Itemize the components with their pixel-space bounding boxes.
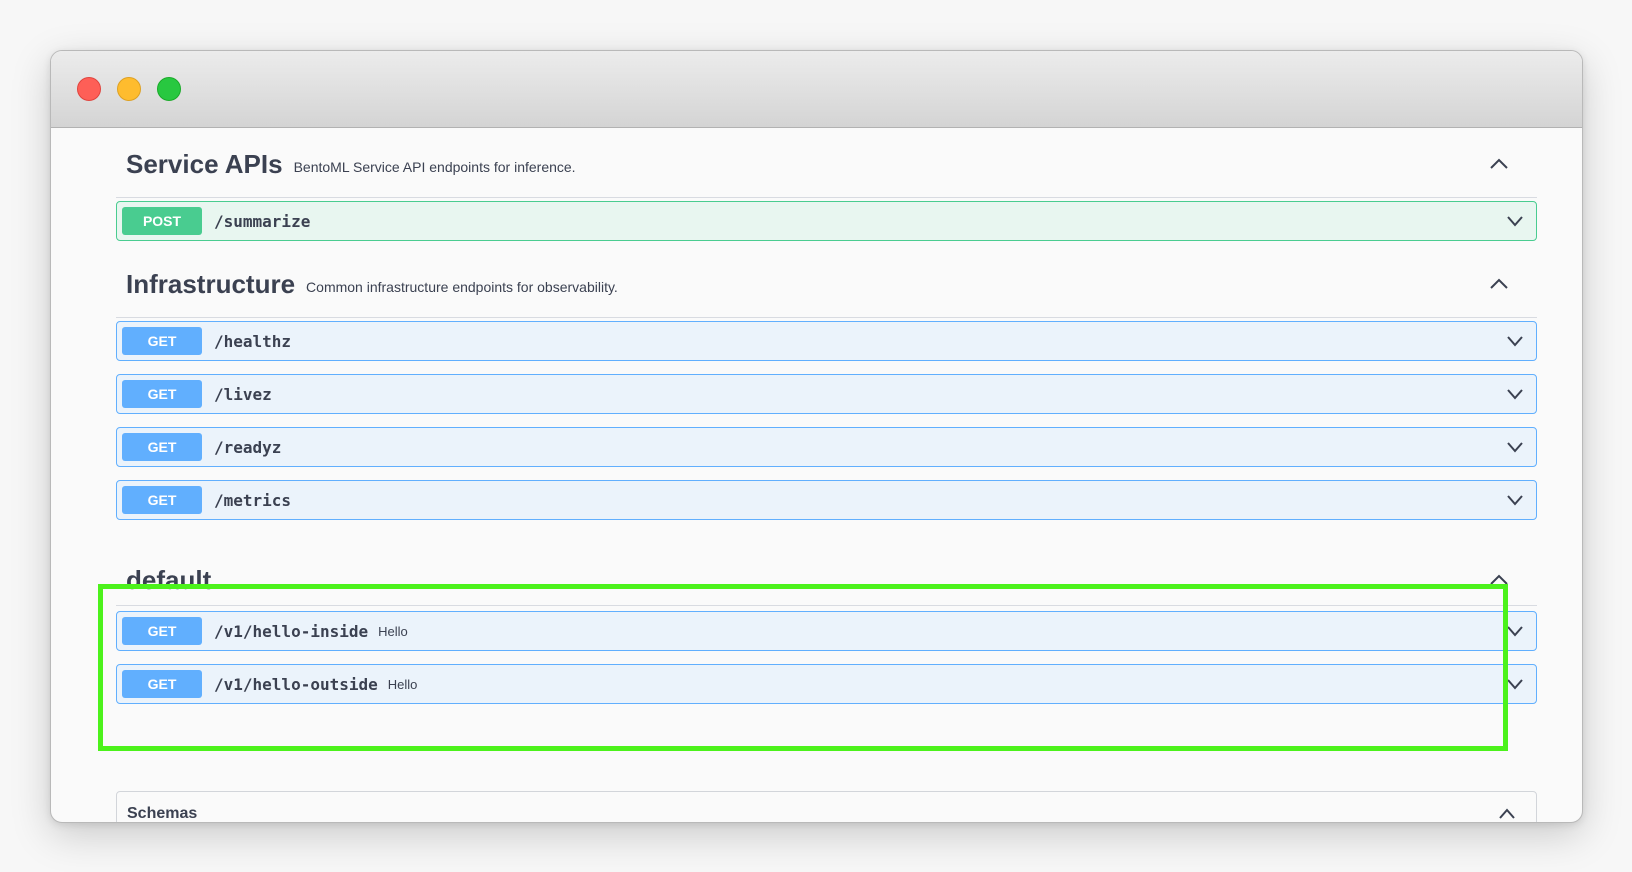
section-title: Service APIs (126, 149, 283, 179)
operation-post-summarize[interactable]: POST /summarize (116, 201, 1537, 241)
chevron-down-icon[interactable] (1506, 494, 1524, 506)
method-badge: GET (122, 327, 202, 355)
operation-summary: Hello (378, 623, 408, 639)
method-badge: POST (122, 207, 202, 235)
minimize-window-button[interactable] (117, 77, 141, 101)
operation-path: /summarize (214, 211, 311, 231)
schemas-title: Schemas (127, 805, 198, 822)
operation-get-metrics[interactable]: GET /metrics (116, 480, 1537, 520)
operation-path: /metrics (214, 490, 292, 510)
maximize-window-button[interactable] (157, 77, 181, 101)
chevron-up-icon[interactable] (1489, 158, 1509, 170)
operation-get-healthz[interactable]: GET /healthz (116, 321, 1537, 361)
title-bar (51, 51, 1582, 128)
method-badge: GET (122, 617, 202, 645)
close-window-button[interactable] (77, 77, 101, 101)
section-header-infrastructure[interactable]: Infrastructure Common infrastructure end… (116, 252, 1537, 318)
operation-path: /v1/hello-outside (214, 674, 378, 694)
schemas-panel: Schemas (116, 791, 1537, 822)
schemas-header[interactable]: Schemas (117, 792, 1536, 822)
chevron-down-icon[interactable] (1506, 625, 1524, 637)
chevron-up-icon[interactable] (1498, 808, 1516, 820)
chevron-up-icon[interactable] (1489, 574, 1509, 586)
section-description: Common infrastructure endpoints for obse… (306, 278, 618, 295)
method-badge: GET (122, 380, 202, 408)
operation-get-v1-hello-inside[interactable]: GET /v1/hello-inside Hello (116, 611, 1537, 651)
chevron-up-icon[interactable] (1489, 278, 1509, 290)
operation-path: /livez (214, 384, 272, 404)
browser-window: Service APIs BentoML Service API endpoin… (50, 50, 1583, 823)
operation-path: /healthz (214, 331, 292, 351)
method-badge: GET (122, 486, 202, 514)
chevron-down-icon[interactable] (1506, 678, 1524, 690)
swagger-content: Service APIs BentoML Service API endpoin… (51, 128, 1582, 822)
chevron-down-icon[interactable] (1506, 335, 1524, 347)
section-header-default[interactable]: default (116, 556, 1537, 606)
method-badge: GET (122, 670, 202, 698)
operation-get-livez[interactable]: GET /livez (116, 374, 1537, 414)
chevron-down-icon[interactable] (1506, 388, 1524, 400)
operation-path: /readyz (214, 437, 282, 457)
operation-get-readyz[interactable]: GET /readyz (116, 427, 1537, 467)
section-title: Infrastructure (126, 269, 296, 299)
chevron-down-icon[interactable] (1506, 441, 1524, 453)
section-title: default (126, 565, 212, 595)
operation-get-v1-hello-outside[interactable]: GET /v1/hello-outside Hello (116, 664, 1537, 704)
section-description: BentoML Service API endpoints for infere… (293, 158, 576, 175)
operation-path: /v1/hello-inside (214, 621, 369, 641)
operation-summary: Hello (387, 676, 418, 692)
chevron-down-icon[interactable] (1506, 215, 1524, 227)
section-header-service-apis[interactable]: Service APIs BentoML Service API endpoin… (116, 132, 1537, 198)
method-badge: GET (122, 433, 202, 461)
